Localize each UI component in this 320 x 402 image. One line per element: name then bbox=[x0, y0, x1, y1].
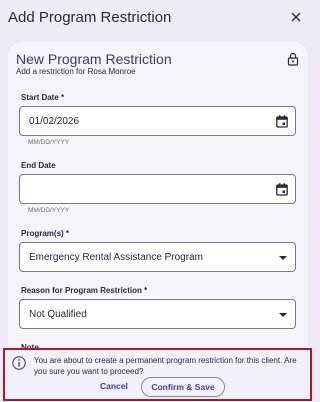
programs-select[interactable]: Emergency Rental Assistance Program bbox=[19, 242, 296, 272]
lock-icon bbox=[287, 52, 299, 66]
card-subtitle: Add a restriction for Rosa Monroe bbox=[16, 67, 136, 76]
end-date-hint: MM/DD/YYYY bbox=[28, 207, 70, 214]
start-date-label: Start Date * bbox=[21, 93, 65, 102]
calendar-icon[interactable] bbox=[276, 183, 288, 196]
reason-label: Reason for Program Restriction * bbox=[21, 286, 148, 295]
dialog-title: Add Program Restriction bbox=[8, 8, 172, 26]
confirm-save-button[interactable]: Confirm & Save bbox=[141, 377, 225, 397]
chevron-down-icon bbox=[279, 256, 287, 260]
info-icon bbox=[12, 356, 26, 370]
confirm-message: You are about to create a permanent prog… bbox=[34, 356, 297, 376]
end-date-label: End Date bbox=[21, 161, 56, 170]
start-date-value: 01/02/2026 bbox=[29, 115, 80, 127]
programs-value: Emergency Rental Assistance Program bbox=[29, 251, 203, 263]
reason-select[interactable]: Not Qualified bbox=[19, 299, 296, 329]
dialog-header: Add Program Restriction bbox=[0, 0, 315, 34]
card-title: New Program Restriction bbox=[16, 51, 172, 67]
calendar-icon[interactable] bbox=[276, 115, 288, 128]
cancel-button[interactable]: Cancel bbox=[100, 381, 128, 391]
close-icon[interactable] bbox=[287, 8, 305, 26]
start-date-field[interactable]: 01/02/2026 bbox=[19, 106, 296, 136]
programs-label: Program(s) * bbox=[21, 229, 70, 238]
end-date-field[interactable] bbox=[19, 174, 296, 204]
chevron-down-icon bbox=[279, 313, 287, 317]
reason-value: Not Qualified bbox=[29, 308, 87, 320]
confirm-banner: You are about to create a permanent prog… bbox=[3, 348, 312, 401]
start-date-hint: MM/DD/YYYY bbox=[28, 139, 70, 146]
